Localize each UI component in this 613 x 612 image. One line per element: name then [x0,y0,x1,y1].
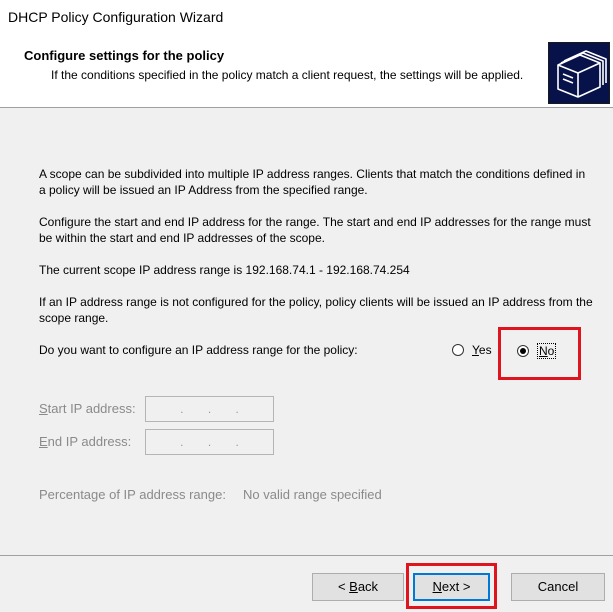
no-label: No [537,343,557,359]
no-radio[interactable]: No [517,343,557,359]
ip-dot: . [235,402,239,416]
end-ip-label: End IP address: [39,434,132,449]
page-title: Configure settings for the policy [24,48,225,63]
description-paragraph: A scope can be subdivided into multiple … [39,167,586,197]
ip-dot: . [207,435,212,449]
start-ip-label: Start IP address: [39,401,136,416]
ip-dot: . [180,435,184,449]
page-subtitle: If the conditions specified in the polic… [51,68,524,82]
back-button[interactable]: < Back [312,573,404,601]
percentage-value: No valid range specified [243,487,382,502]
scope-range-text: The current scope IP address range is 19… [39,263,410,277]
percentage-label: Percentage of IP address range: [39,487,226,502]
ip-dot: . [235,435,239,449]
radio-unchecked-icon [452,344,464,356]
start-ip-input[interactable]: . . . [145,396,274,422]
wizard-header: Configure settings for the policy If the… [0,34,613,108]
configure-range-question: Do you want to configure an IP address r… [39,343,358,357]
radio-checked-icon [517,345,529,357]
folders-icon [548,42,610,104]
cancel-button[interactable]: Cancel [511,573,605,601]
ip-dot: . [180,402,184,416]
end-ip-input[interactable]: . . . [145,429,274,455]
yes-radio[interactable]: Yes [452,343,492,357]
yes-label: Yes [472,343,492,357]
note-paragraph: If an IP address range is not configured… [39,295,593,325]
window-title: DHCP Policy Configuration Wizard [0,0,613,34]
ip-dot: . [207,402,212,416]
next-button[interactable]: Next > [413,573,490,601]
footer-divider [0,555,613,556]
instruction-paragraph: Configure the start and end IP address f… [39,215,591,245]
